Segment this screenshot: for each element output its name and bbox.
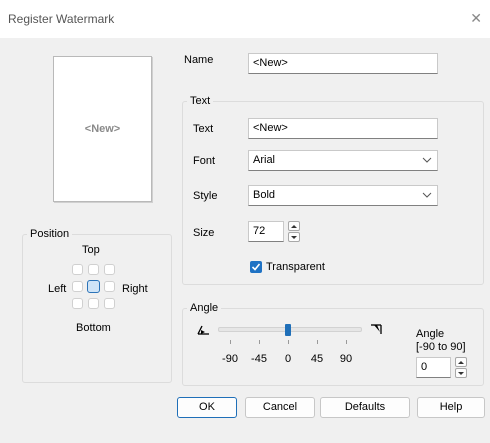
chevron-down-icon: [422, 192, 432, 198]
size-label: Size: [193, 227, 215, 239]
position-left-label: Left: [48, 283, 67, 295]
angle-range-label: [-90 to 90]: [416, 341, 466, 353]
window-title: Register Watermark: [8, 12, 115, 26]
slider-tick: [317, 340, 318, 344]
slider-tick: [230, 340, 231, 344]
position-top-center[interactable]: [88, 264, 99, 275]
close-icon[interactable]: ✕: [470, 10, 482, 27]
font-select[interactable]: Arial: [248, 150, 438, 171]
transparent-label[interactable]: Transparent: [266, 261, 325, 273]
text-label: Text: [193, 123, 214, 135]
name-input[interactable]: <New>: [248, 53, 438, 74]
font-label: Font: [193, 155, 216, 167]
position-bottom-left[interactable]: [72, 298, 83, 309]
preview-text: <New>: [84, 123, 121, 135]
spin-down-icon: [291, 236, 297, 239]
style-select[interactable]: Bold: [248, 185, 438, 206]
position-bottom-label: Bottom: [76, 322, 111, 334]
position-bottom-right[interactable]: [104, 298, 115, 309]
defaults-button[interactable]: Defaults: [320, 397, 410, 418]
size-input[interactable]: 72: [248, 221, 284, 242]
size-spinner: [288, 221, 300, 242]
watermark-preview: <New>: [53, 56, 152, 202]
position-right-label: Right: [122, 283, 148, 295]
title-bar: Register Watermark ✕: [0, 0, 490, 38]
angle-spin-up[interactable]: [455, 357, 467, 367]
angle-slider-thumb[interactable]: [285, 324, 291, 336]
angle-plus-icon: [371, 324, 382, 334]
slider-tick: [288, 340, 289, 344]
name-label: Name: [184, 54, 214, 66]
ok-button[interactable]: OK: [177, 397, 237, 418]
spin-up-icon: [458, 361, 464, 364]
spin-down-icon: [458, 372, 464, 375]
size-spin-up[interactable]: [288, 221, 300, 231]
angle-spin-down[interactable]: [455, 368, 467, 378]
position-group-legend: Position: [30, 228, 70, 240]
slider-tick: [346, 340, 347, 344]
style-label: Style: [193, 190, 218, 202]
angle-spinner: [455, 357, 467, 378]
size-spin-down[interactable]: [288, 232, 300, 242]
slider-tick-label: -45: [251, 353, 267, 365]
position-top-label: Top: [82, 244, 100, 256]
slider-tick-label: 45: [310, 353, 324, 365]
cancel-button[interactable]: Cancel: [245, 397, 315, 418]
register-watermark-dialog: Register Watermark ✕ <New> Name <New> Te…: [0, 0, 490, 443]
slider-tick-label: 0: [284, 353, 292, 365]
text-input[interactable]: <New>: [248, 118, 438, 139]
angle-input[interactable]: 0: [416, 357, 451, 378]
angle-label: Angle: [416, 328, 445, 340]
angle-minus-icon: [197, 325, 209, 335]
position-middle-left[interactable]: [72, 281, 83, 292]
text-group-legend: Text: [190, 95, 211, 107]
position-center[interactable]: [87, 280, 100, 293]
position-top-left[interactable]: [72, 264, 83, 275]
slider-tick-label: -90: [222, 353, 238, 365]
slider-tick: [259, 340, 260, 344]
position-middle-right[interactable]: [104, 281, 115, 292]
angle-group-legend: Angle: [190, 302, 219, 314]
font-select-value: Arial: [253, 154, 276, 166]
transparent-checkbox[interactable]: [250, 261, 262, 273]
position-top-right[interactable]: [104, 264, 115, 275]
spin-up-icon: [291, 225, 297, 228]
help-button[interactable]: Help: [417, 397, 485, 418]
chevron-down-icon: [422, 157, 432, 163]
position-bottom-center[interactable]: [88, 298, 99, 309]
slider-tick-label: 90: [339, 353, 353, 365]
style-select-value: Bold: [253, 189, 276, 201]
checkmark-icon: [251, 263, 261, 271]
